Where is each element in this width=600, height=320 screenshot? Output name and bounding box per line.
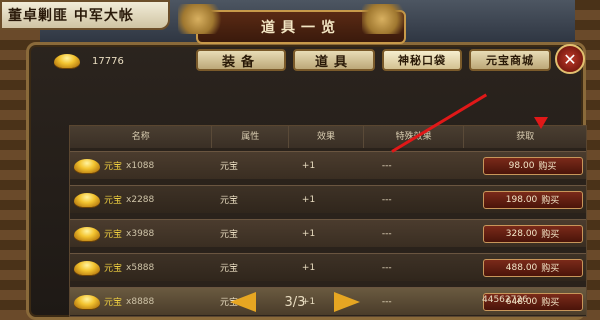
item-qty: x3988 (126, 228, 155, 239)
item-qty: x5888 (126, 262, 155, 273)
cell-get: 328.00 购买 (479, 224, 586, 243)
price-label: 198.00 (505, 194, 538, 205)
tab-mystery-bag[interactable]: 神秘口袋 (382, 49, 462, 71)
annotation-arrowhead (534, 117, 548, 129)
buy-button[interactable]: 488.00 购买 (482, 258, 583, 277)
item-name: 元宝 (104, 162, 123, 172)
table-row: 元宝 x3988 元宝 +1 --- 328.00 购买 (70, 219, 586, 247)
buy-button[interactable]: 328.00 购买 (482, 224, 583, 243)
cell-get: 98.00 购买 (479, 156, 586, 175)
cell-get: 488.00 购买 (479, 258, 586, 277)
gold-balance: 17776 (54, 54, 124, 68)
cell-name: 元宝 x3988 (70, 226, 212, 241)
cell-attr: 元宝 (220, 196, 239, 206)
gold-ingot-icon (74, 294, 100, 309)
price-label: 328.00 (505, 228, 538, 239)
item-name: 元宝 (104, 196, 123, 206)
buy-label: 购买 (541, 298, 560, 308)
cell-effect: +1 (301, 262, 316, 273)
buy-label: 购买 (541, 230, 560, 240)
tab-ingot-mall[interactable]: 元宝商城 (469, 49, 551, 71)
header-get: 获取 (516, 132, 535, 142)
item-table: 名称 属性 效果 特殊效果 获取 元宝 x1088 元宝 +1 --- 98.0… (69, 125, 587, 317)
dragon-ornament-icon (362, 4, 412, 34)
gold-ingot-icon (74, 260, 100, 275)
next-page-button[interactable] (334, 292, 360, 312)
dragon-ornament-icon (178, 4, 228, 34)
item-name: 元宝 (104, 264, 123, 274)
table-header: 名称 属性 效果 特殊效果 获取 (70, 126, 586, 148)
cell-effect: +1 (301, 160, 316, 171)
item-qty: x2288 (126, 194, 155, 205)
cell-name: 元宝 x1088 (70, 158, 212, 173)
header-name: 名称 (70, 126, 213, 148)
header-attr: 属性 (212, 126, 290, 148)
cell-special: --- (381, 160, 392, 171)
gold-ingot-icon (74, 226, 100, 241)
gold-ingot-icon (54, 54, 80, 68)
cell-special: --- (381, 296, 392, 307)
cell-name: 元宝 x8888 (70, 294, 212, 309)
cell-attr: 元宝 (220, 230, 239, 240)
gold-ingot-icon (74, 158, 100, 173)
item-qty: x8888 (126, 296, 155, 307)
buy-label: 购买 (538, 162, 557, 172)
buy-button[interactable]: 198.00 购买 (482, 190, 583, 209)
table-row: 元宝 x2288 元宝 +1 --- 198.00 购买 (70, 185, 586, 213)
table-row: 元宝 x1088 元宝 +1 --- 98.00 购买 (70, 151, 586, 179)
cell-attr: 元宝 (220, 264, 239, 274)
page-indicator: 3/3 (284, 294, 306, 310)
cell-special: --- (381, 194, 392, 205)
tab-items[interactable]: 道具 (293, 49, 375, 71)
cell-special: --- (381, 262, 392, 273)
buy-label: 购买 (541, 264, 560, 274)
header-effect: 效果 (289, 126, 364, 148)
price-label: 488.00 (505, 262, 538, 273)
item-name: 元宝 (104, 298, 123, 308)
tab-bar: 装备 道具 神秘口袋 元宝商城 (196, 49, 551, 71)
item-name: 元宝 (104, 230, 123, 240)
footer-number: 44562726 (482, 295, 528, 305)
cell-name: 元宝 x5888 (70, 260, 212, 275)
close-button[interactable]: ✕ (555, 44, 585, 74)
gold-ingot-icon (74, 192, 100, 207)
pagination: 3/3 (230, 292, 360, 312)
price-label: 98.00 (508, 160, 535, 171)
item-qty: x1088 (126, 160, 155, 171)
buy-button[interactable]: 98.00 购买 (482, 156, 583, 175)
table-row: 元宝 x5888 元宝 +1 --- 488.00 购买 (70, 253, 586, 281)
prev-page-button[interactable] (230, 292, 256, 312)
buy-label: 购买 (541, 196, 560, 206)
cell-special: --- (381, 228, 392, 239)
cell-effect: +1 (301, 228, 316, 239)
cell-effect: +1 (301, 194, 316, 205)
cell-get: 198.00 购买 (479, 190, 586, 209)
tab-equipment[interactable]: 装备 (196, 49, 286, 71)
gold-amount: 17776 (92, 55, 124, 67)
item-window: 名称 属性 效果 特殊效果 获取 元宝 x1088 元宝 +1 --- 98.0… (26, 42, 587, 320)
cell-name: 元宝 x2288 (70, 192, 212, 207)
cell-attr: 元宝 (220, 162, 239, 172)
hud-title: 董卓剿匪 中军大帐 (0, 0, 170, 30)
